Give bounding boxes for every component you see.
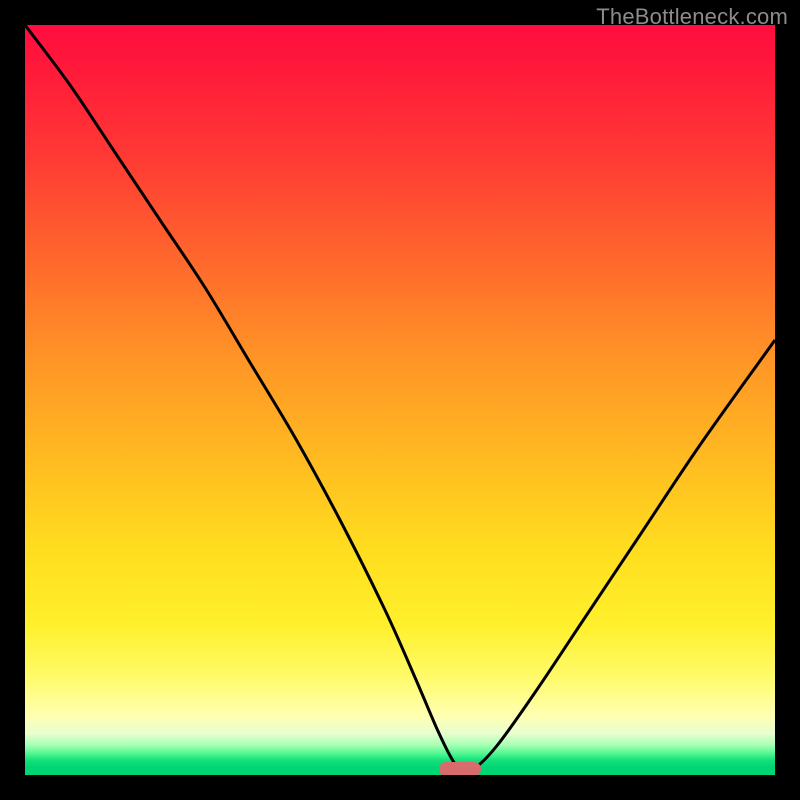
chart-frame: TheBottleneck.com <box>0 0 800 800</box>
optimum-marker <box>439 762 481 775</box>
curve-layer <box>25 25 775 775</box>
plot-area <box>25 25 775 775</box>
watermark-text: TheBottleneck.com <box>596 4 788 30</box>
bottleneck-curve-path <box>25 25 775 770</box>
